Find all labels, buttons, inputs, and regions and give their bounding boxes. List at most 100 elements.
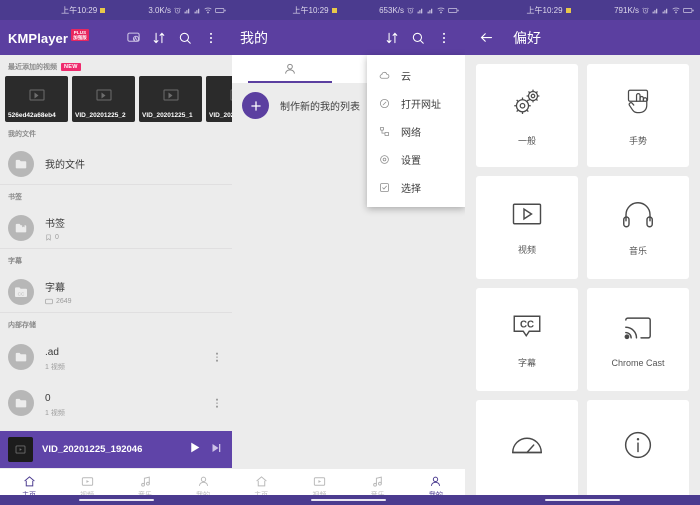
wifi-icon bbox=[204, 7, 212, 14]
overflow-menu-icon[interactable] bbox=[431, 25, 457, 51]
pref-card-music[interactable]: 音乐 bbox=[587, 176, 689, 279]
app-bar-home: KMPlayerPLUS加强版 bbox=[0, 20, 232, 55]
pref-card-label: 字幕 bbox=[518, 356, 536, 369]
menu-item-open-url[interactable]: 打开网址 bbox=[367, 89, 465, 117]
list-item-text: 书签 0 bbox=[45, 214, 65, 241]
chromecast-icon bbox=[621, 312, 655, 349]
cast-icon[interactable] bbox=[120, 25, 146, 51]
battery-icon bbox=[215, 7, 226, 14]
app-bar-mine: 我的 bbox=[232, 20, 465, 55]
video-name: VID_2020122 bbox=[209, 112, 232, 119]
status-time: 上午10:29 bbox=[527, 5, 563, 16]
gears-icon bbox=[509, 84, 545, 125]
video-thumbnail[interactable]: 526ed42a68eb4 bbox=[5, 76, 68, 122]
status-bar-right-1: 3.0K/s bbox=[148, 6, 232, 15]
list-item-title: 书签 bbox=[45, 219, 65, 230]
video-icon bbox=[313, 475, 326, 488]
back-arrow-icon[interactable] bbox=[473, 25, 499, 51]
alarm-icon bbox=[174, 7, 181, 14]
system-gesture-bar-2[interactable] bbox=[232, 495, 465, 505]
bookmark-section-header: 书签 bbox=[0, 185, 232, 206]
video-play-icon bbox=[163, 90, 178, 101]
status-bar-right-2: 653K/s bbox=[379, 6, 465, 15]
make-new-list-label: 制作新的我的列表 bbox=[280, 98, 360, 113]
play-icon[interactable] bbox=[188, 441, 201, 459]
system-gesture-bar-3[interactable] bbox=[465, 495, 700, 505]
headphones-icon bbox=[620, 198, 656, 235]
status-indicator-dot-icon bbox=[332, 8, 337, 13]
pref-card-info[interactable] bbox=[587, 400, 689, 503]
overflow-menu-icon[interactable] bbox=[198, 25, 224, 51]
status-bar-left-3: 上午10:29 bbox=[465, 5, 614, 16]
recent-video-list[interactable]: 526ed42a68eb4 VID_20201225_2 VID_2020122… bbox=[0, 76, 232, 122]
sort-icon[interactable] bbox=[379, 25, 405, 51]
pref-card-video[interactable]: 视频 bbox=[476, 176, 578, 279]
mini-player[interactable]: VID_20201225_192046 bbox=[0, 431, 232, 468]
mini-player-controls bbox=[188, 441, 224, 459]
list-item-title: .ad bbox=[45, 347, 59, 358]
pref-card-subtitle[interactable]: CC 字幕 bbox=[476, 288, 578, 391]
network-speed: 791K/s bbox=[614, 6, 639, 15]
sort-icon[interactable] bbox=[146, 25, 172, 51]
music-icon bbox=[139, 475, 152, 488]
menu-item-label: 打开网址 bbox=[401, 96, 441, 111]
pref-card-chromecast[interactable]: Chrome Cast bbox=[587, 288, 689, 391]
menu-item-network[interactable]: 网络 bbox=[367, 117, 465, 145]
menu-item-select[interactable]: 选择 bbox=[367, 173, 465, 201]
video-play-icon bbox=[96, 90, 111, 101]
link-icon bbox=[379, 98, 390, 109]
video-thumbnail[interactable]: VID_20201225_1 bbox=[139, 76, 202, 122]
plus-icon[interactable] bbox=[242, 92, 269, 119]
app-bar-preferences: 偏好 bbox=[465, 20, 700, 55]
mini-player-thumbnail bbox=[8, 437, 33, 462]
menu-item-settings[interactable]: 设置 bbox=[367, 145, 465, 173]
status-time: 上午10:29 bbox=[61, 5, 97, 16]
info-icon bbox=[621, 428, 655, 467]
checkbox-icon bbox=[379, 182, 390, 193]
next-track-icon[interactable] bbox=[210, 441, 222, 459]
video-icon bbox=[509, 199, 545, 234]
pref-card-speed[interactable] bbox=[476, 400, 578, 503]
home-content: 最近添加的视频 NEW 526ed42a68eb4 VID_20201225_2… bbox=[0, 55, 232, 505]
search-icon[interactable] bbox=[172, 25, 198, 51]
home-icon bbox=[255, 475, 268, 488]
list-item-myfiles[interactable]: 我的文件 bbox=[0, 143, 232, 185]
cc-small-icon bbox=[45, 298, 53, 305]
battery-icon bbox=[448, 7, 459, 14]
menu-item-label: 选择 bbox=[401, 180, 421, 195]
preferences-content: 一般 手势 视频 音乐 CC 字幕 bbox=[465, 55, 700, 505]
menu-item-cloud[interactable]: 云 bbox=[367, 61, 465, 89]
row-overflow-menu-icon[interactable] bbox=[210, 399, 224, 408]
list-item-title: 字幕 bbox=[45, 283, 65, 294]
list-item-title: 0 bbox=[45, 393, 51, 404]
person-icon bbox=[197, 475, 210, 488]
status-bar-right-3: 791K/s bbox=[614, 6, 700, 15]
mine-content: 制作新的我的列表 云 打开网址 网络 设置 bbox=[232, 55, 465, 505]
status-bar-2: 上午10:29 653K/s bbox=[232, 0, 465, 20]
pref-card-general[interactable]: 一般 bbox=[476, 64, 578, 167]
signal-icon-2 bbox=[427, 7, 434, 14]
alarm-icon bbox=[642, 7, 649, 14]
network-icon bbox=[379, 126, 390, 137]
video-thumbnail[interactable]: VID_2020122 bbox=[206, 76, 232, 122]
alarm-icon bbox=[407, 7, 414, 14]
video-thumbnail[interactable]: VID_20201225_2 bbox=[72, 76, 135, 122]
phone-screen-mine: 上午10:29 653K/s 我的 bbox=[232, 0, 465, 505]
cc-folder-icon: CC bbox=[8, 279, 34, 305]
list-item-title: 我的文件 bbox=[45, 160, 85, 171]
pref-card-gesture[interactable]: 手势 bbox=[587, 64, 689, 167]
search-icon[interactable] bbox=[405, 25, 431, 51]
list-item-subtitles[interactable]: CC 字幕 2649 bbox=[0, 270, 232, 313]
list-item-bookmark[interactable]: 书签 0 bbox=[0, 206, 232, 249]
row-overflow-menu-icon[interactable] bbox=[210, 353, 224, 362]
list-item-text: 我的文件 bbox=[45, 155, 85, 173]
subtitle-section-header: 字幕 bbox=[0, 249, 232, 270]
pref-card-label: 一般 bbox=[518, 134, 536, 147]
battery-icon bbox=[683, 7, 694, 14]
list-item-folder[interactable]: 0 1 视频 bbox=[0, 380, 232, 426]
list-item-text: .ad 1 视频 bbox=[45, 342, 65, 372]
status-time: 上午10:29 bbox=[293, 5, 329, 16]
tab-my-lists[interactable] bbox=[232, 55, 349, 83]
list-item-folder[interactable]: .ad 1 视频 bbox=[0, 334, 232, 380]
system-gesture-bar-1[interactable] bbox=[0, 495, 232, 505]
